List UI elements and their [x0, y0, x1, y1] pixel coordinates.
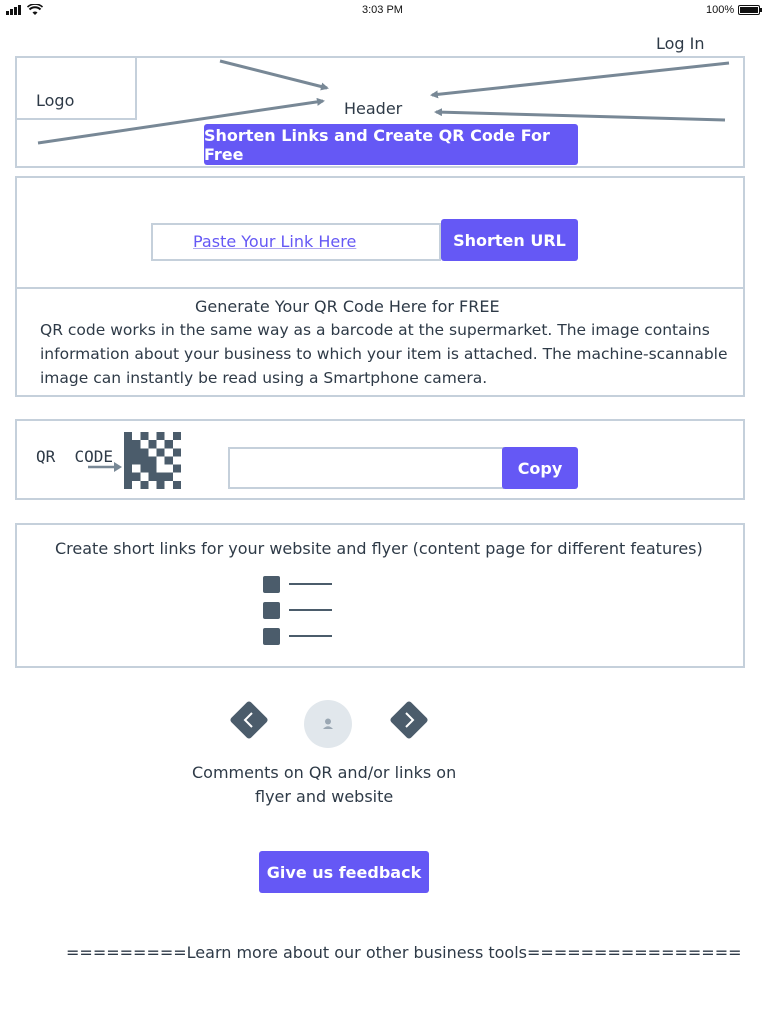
comments-line-2: flyer and website — [255, 787, 394, 806]
qr-info-heading: Generate Your QR Code Here for FREE — [195, 297, 500, 316]
qr-info-line-3: image can instantly be read using a Smar… — [40, 369, 488, 387]
prev-arrow-button[interactable] — [229, 700, 269, 740]
link-input-placeholder: Paste Your Link Here — [193, 232, 357, 251]
qr-info-line-2: information about your business to which… — [40, 345, 728, 363]
arrow-top-left — [219, 59, 329, 91]
content-section-text: Create short links for your website and … — [55, 539, 703, 558]
avatar — [304, 700, 352, 748]
arrow-top-right — [430, 61, 730, 99]
link-input[interactable]: Paste Your Link Here — [151, 223, 441, 261]
qr-info-line-1: QR code works in the same way as a barco… — [40, 321, 710, 339]
user-icon — [323, 718, 333, 729]
footer-link[interactable]: =========Learn more about our other busi… — [66, 943, 742, 962]
copy-button[interactable]: Copy — [502, 447, 578, 489]
qr-label-arrow — [88, 462, 122, 472]
cta-button[interactable]: Shorten Links and Create QR Code For Fre… — [204, 124, 578, 165]
comments-line-1: Comments on QR and/or links on — [192, 763, 457, 782]
list-icon — [263, 575, 335, 647]
shorten-url-button[interactable]: Shorten URL — [441, 219, 578, 261]
feedback-button[interactable]: Give us feedback — [259, 851, 429, 893]
qr-code-icon — [124, 432, 181, 489]
arrow-bottom-right — [434, 108, 726, 122]
next-arrow-button[interactable] — [389, 700, 429, 740]
short-link-output[interactable] — [228, 447, 504, 489]
